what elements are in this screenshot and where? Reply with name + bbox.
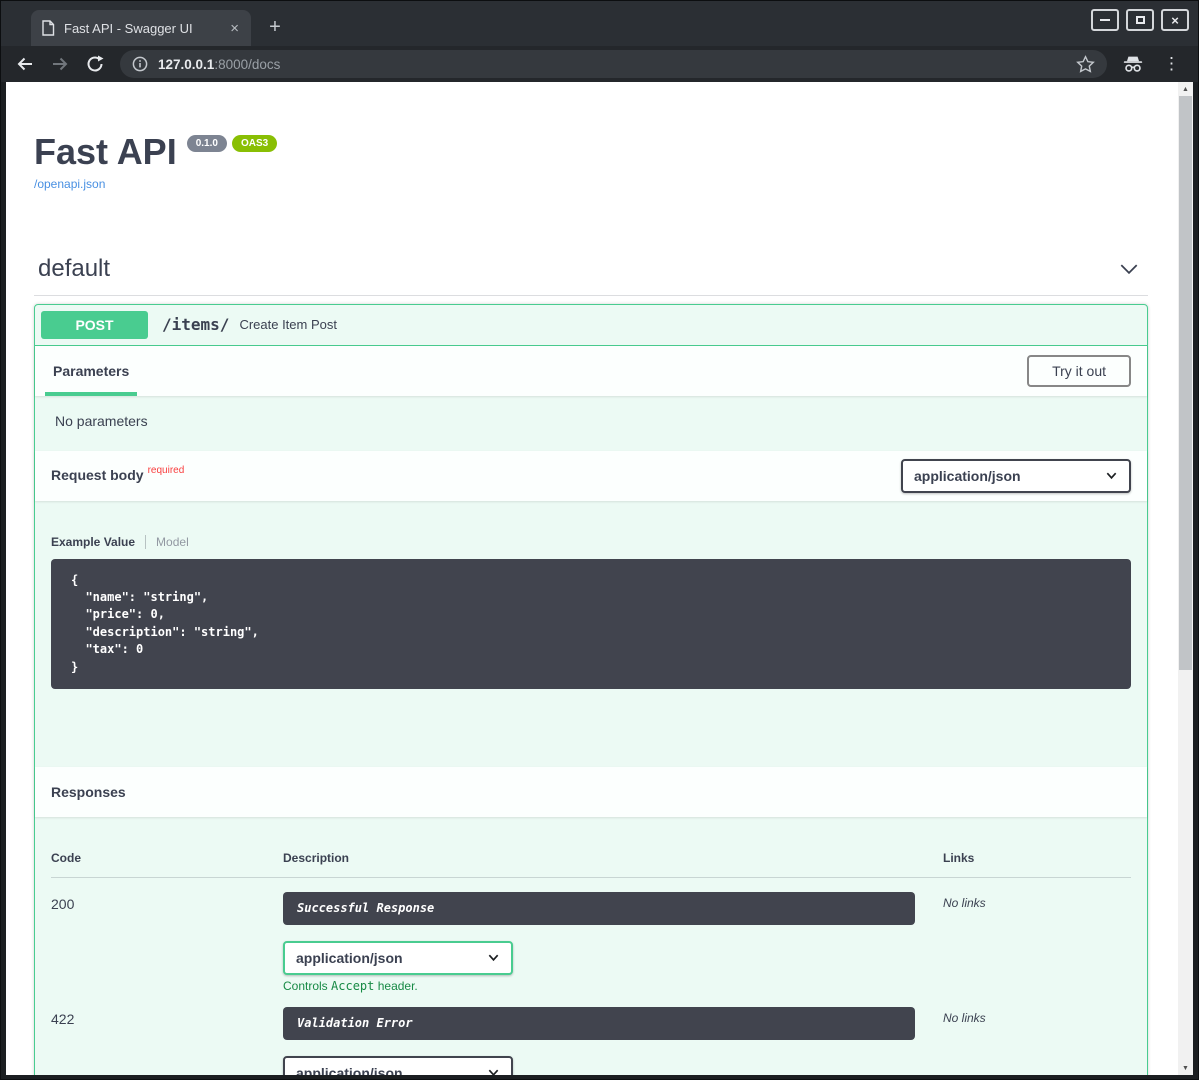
select-chevron-icon xyxy=(1105,469,1118,482)
url-text[interactable]: 127.0.0.1:8000/docs xyxy=(158,57,1066,72)
response-row-422: 422 Validation Error application/json xyxy=(51,993,1131,1075)
url-path: :8000/docs xyxy=(214,57,280,72)
operation-summary: Create Item Post xyxy=(239,317,337,332)
response-description: Successful Response xyxy=(283,892,915,925)
response-description-cell: Successful Response application/json Con… xyxy=(283,892,943,993)
request-body-header: Request body required application/json xyxy=(35,451,1147,501)
response-description-text: Validation Error xyxy=(297,1016,413,1030)
parameters-header: Parameters Try it out xyxy=(35,346,1147,396)
scroll-up-icon[interactable]: ▲ xyxy=(1178,82,1193,96)
tab-model[interactable]: Model xyxy=(156,535,189,549)
browser-toolbar: 127.0.0.1:8000/docs ⋮ xyxy=(1,46,1198,82)
responses-header: Responses xyxy=(35,767,1147,817)
responses-table-head: Code Description Links xyxy=(51,827,1131,878)
response-description-cell: Validation Error application/json xyxy=(283,1007,943,1075)
select-chevron-icon xyxy=(487,951,500,964)
close-window-button[interactable]: × xyxy=(1161,9,1189,31)
tab-close-icon[interactable]: × xyxy=(228,21,241,36)
responses-table: Code Description Links 200 Successful Re… xyxy=(35,817,1147,1075)
browser-window: Fast API - Swagger UI × + × xyxy=(0,0,1199,1080)
response-row-200: 200 Successful Response application/json xyxy=(51,878,1131,993)
select-chevron-icon xyxy=(487,1066,500,1075)
scroll-down-icon[interactable]: ▼ xyxy=(1178,1061,1193,1075)
response-code: 200 xyxy=(51,892,283,912)
response-media-type-select-422[interactable]: application/json xyxy=(283,1056,513,1075)
url-host: 127.0.0.1 xyxy=(158,57,214,72)
scrollbar-thumb[interactable] xyxy=(1179,96,1192,670)
minimize-button[interactable] xyxy=(1091,9,1119,31)
tab-parameters[interactable]: Parameters xyxy=(51,363,131,379)
opblock-post-items: POST /items/ Create Item Post Parameters… xyxy=(34,304,1148,1075)
page-content: Fast API 0.1.0 OAS3 /openapi.json defaul… xyxy=(6,82,1193,1075)
url-bar[interactable]: 127.0.0.1:8000/docs xyxy=(120,50,1107,78)
tag-section-header[interactable]: default xyxy=(34,249,1148,296)
close-window-icon: × xyxy=(1171,13,1179,28)
response-code: 422 xyxy=(51,1007,283,1027)
new-tab-button[interactable]: + xyxy=(263,16,287,38)
version-badge: 0.1.0 xyxy=(187,135,227,152)
response-media-type-value-422: application/json xyxy=(296,1065,403,1075)
site-info-icon[interactable] xyxy=(132,56,148,72)
accept-note-code: Accept xyxy=(331,979,374,993)
request-body-example: Example Value Model { "name": "string", … xyxy=(35,501,1147,767)
api-info: Fast API 0.1.0 OAS3 /openapi.json xyxy=(34,82,1148,193)
operation-path: /items/ xyxy=(158,315,229,334)
response-links: No links xyxy=(943,892,1131,910)
accept-note-prefix: Controls xyxy=(283,979,331,993)
page-favicon-icon xyxy=(41,20,55,36)
minimize-icon xyxy=(1100,19,1110,21)
response-description: Validation Error xyxy=(283,1007,915,1040)
incognito-icon xyxy=(1122,54,1144,74)
window-controls: × xyxy=(1091,9,1189,31)
responses-title: Responses xyxy=(51,784,126,800)
request-body-example-code[interactable]: { "name": "string", "price": 0, "descrip… xyxy=(51,559,1131,689)
response-media-type-value-200: application/json xyxy=(296,950,403,966)
required-label: required xyxy=(148,465,185,476)
request-body-label: Request body xyxy=(51,467,144,483)
titlebar: Fast API - Swagger UI × + × xyxy=(1,1,1198,46)
maximize-icon xyxy=(1136,16,1145,24)
accept-note-suffix: header. xyxy=(374,979,417,993)
opblock-summary[interactable]: POST /items/ Create Item Post xyxy=(35,305,1147,346)
response-media-type-select-200[interactable]: application/json xyxy=(283,941,513,975)
scrollbar[interactable]: ▲ ▼ xyxy=(1178,82,1193,1075)
request-body-media-type-value: application/json xyxy=(914,468,1021,484)
forward-button-icon[interactable] xyxy=(50,54,70,74)
col-links: Links xyxy=(943,851,1131,865)
request-body-media-type-select[interactable]: application/json xyxy=(901,459,1131,493)
http-method-badge: POST xyxy=(41,311,148,339)
oas3-badge: OAS3 xyxy=(232,135,277,152)
back-button-icon[interactable] xyxy=(15,54,35,74)
accept-header-note: Controls Accept header. xyxy=(283,979,943,993)
response-description-text: Successful Response xyxy=(297,901,434,915)
response-links: No links xyxy=(943,1007,1131,1025)
browser-menu-icon[interactable]: ⋮ xyxy=(1159,54,1184,74)
reload-button-icon[interactable] xyxy=(85,54,105,74)
example-model-tabs: Example Value Model xyxy=(51,535,1131,549)
tab-example-value[interactable]: Example Value xyxy=(51,535,135,549)
chevron-down-icon[interactable] xyxy=(1118,258,1140,280)
col-description: Description xyxy=(283,851,943,865)
no-parameters-message: No parameters xyxy=(35,396,1147,451)
col-code: Code xyxy=(51,851,283,865)
tab-divider xyxy=(145,535,146,549)
try-it-out-button[interactable]: Try it out xyxy=(1027,355,1131,387)
api-title: Fast API xyxy=(34,132,177,172)
bookmark-star-icon[interactable] xyxy=(1076,55,1095,74)
browser-tab[interactable]: Fast API - Swagger UI × xyxy=(31,10,251,46)
maximize-button[interactable] xyxy=(1126,9,1154,31)
tag-name: default xyxy=(38,255,110,283)
openapi-spec-link[interactable]: /openapi.json xyxy=(34,177,105,191)
tab-title: Fast API - Swagger UI xyxy=(64,21,219,36)
